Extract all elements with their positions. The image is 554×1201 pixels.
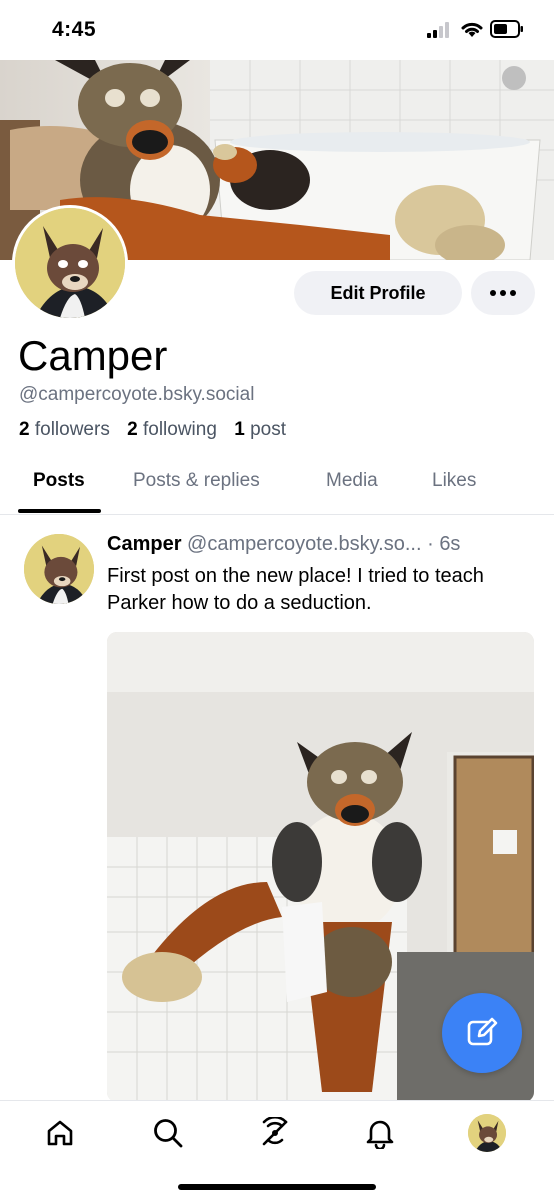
status-bar: 4:45 [0,0,554,60]
nav-profile-avatar[interactable] [468,1114,506,1152]
more-options-button[interactable] [471,271,535,315]
home-icon [47,1120,73,1146]
profile-avatar[interactable] [12,205,128,321]
home-indicator [178,1184,376,1190]
nav-feeds[interactable] [255,1113,295,1153]
posts-count: 1 [234,419,245,440]
search-icon [154,1119,183,1148]
post-separator: · [427,533,434,555]
status-time: 4:45 [52,18,97,41]
followers-count: 2 [19,419,30,440]
profile-tabs: Posts Posts & replies Media Likes [0,458,554,515]
edit-profile-button[interactable]: Edit Profile [294,271,462,315]
nav-home[interactable] [40,1113,80,1153]
post-timestamp[interactable]: 6s [439,533,460,555]
compose-icon [467,1017,498,1046]
wifi-icon [461,22,483,37]
tab-media[interactable]: Media [326,470,378,492]
profile-stats: 2 followers 2 following 1 post [19,419,286,441]
ellipsis-icon [490,290,496,296]
posts-stat: 1 post [234,419,286,440]
compose-post-button[interactable] [442,993,522,1073]
followers-label: followers [34,419,110,440]
post-author-name[interactable]: Camper [107,533,181,555]
post-header: Camper @campercoyote.bsky.so... · 6s [107,533,547,556]
post-author-handle[interactable]: @campercoyote.bsky.so... [187,533,421,555]
post-author-avatar[interactable] [24,534,94,604]
profile-handle: @campercoyote.bsky.social [19,384,255,405]
tab-posts[interactable]: Posts [33,470,85,492]
following-count: 2 [127,419,138,440]
battery-icon [490,20,523,38]
notifications-icon [366,1120,394,1149]
bottom-navigation [0,1100,554,1201]
post-text: First post on the new place! I tried to … [107,565,484,614]
profile-display-name: Camper [18,332,168,379]
post-avatar-illustration [24,534,94,604]
profile-avatar-icon [468,1114,506,1152]
cellular-signal-icon [427,22,453,38]
following-link[interactable]: 2 following [127,419,217,440]
nav-search[interactable] [148,1113,188,1153]
followers-link[interactable]: 2 followers [19,419,110,440]
posts-label: post [250,419,286,440]
feeds-icon [262,1117,288,1146]
tab-posts-and-replies[interactable]: Posts & replies [133,470,260,492]
avatar-illustration [15,208,125,318]
active-tab-indicator [18,509,101,513]
tab-likes[interactable]: Likes [432,470,476,492]
following-label: following [142,419,217,440]
nav-notifications[interactable] [360,1113,400,1153]
